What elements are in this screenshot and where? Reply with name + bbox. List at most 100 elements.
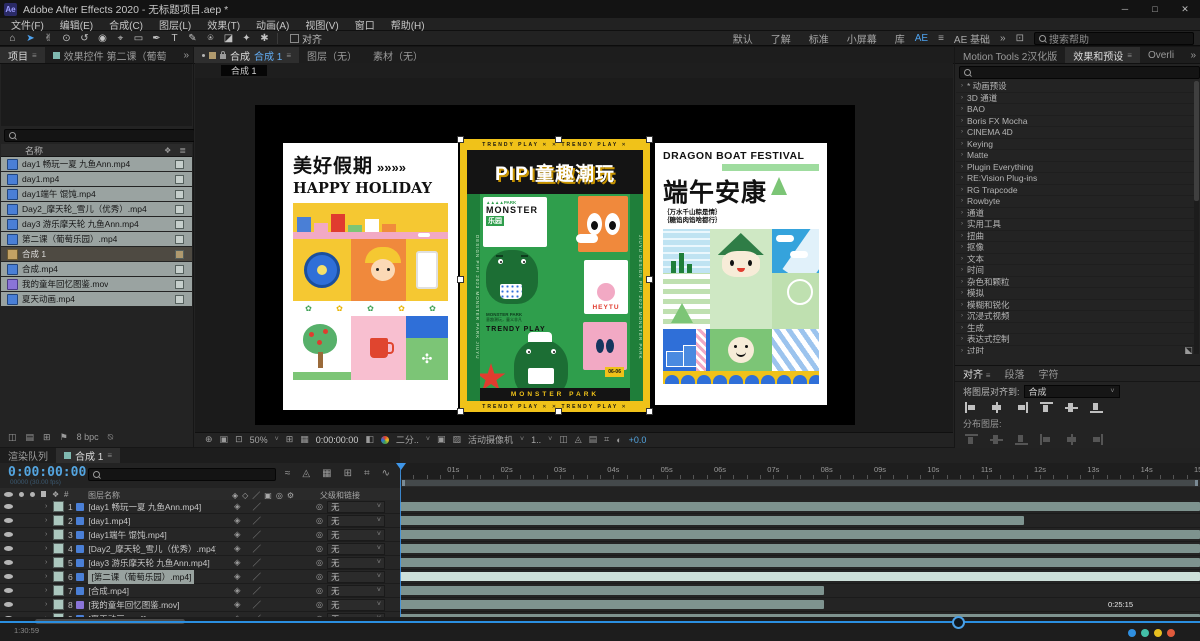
layer-label-chip[interactable]: [53, 543, 65, 554]
tab-effects-presets[interactable]: 效果和预设 ≡: [1065, 47, 1140, 63]
project-item[interactable]: day1 畅玩一夏 九鱼Ann.mp4: [1, 157, 192, 171]
tab-align[interactable]: 对齐 ≡: [963, 366, 990, 381]
selection-tool[interactable]: ➤: [22, 32, 39, 45]
parent-dropdown[interactable]: 无˅: [326, 514, 385, 527]
effects-switch-icon[interactable]: ／: [253, 599, 262, 611]
layer-duration-bar[interactable]: [400, 502, 1200, 511]
resolution-dropdown[interactable]: 二分..: [396, 433, 419, 446]
selection-handle[interactable]: [555, 136, 562, 143]
effects-switch-icon[interactable]: ／: [253, 515, 262, 527]
preview-timecode[interactable]: 0:00:00:00: [316, 435, 359, 445]
pickwhip-icon[interactable]: ◎: [316, 516, 323, 525]
panel-menu-icon[interactable]: ≡: [32, 51, 37, 60]
effect-category[interactable]: › Matte: [956, 150, 1194, 162]
new-folder-icon[interactable]: ▤: [26, 432, 35, 443]
twirl-icon[interactable]: ›: [45, 587, 47, 594]
project-item[interactable]: day1.mp4: [1, 172, 192, 186]
video-column-icon[interactable]: [4, 491, 13, 497]
layer-switches[interactable]: ◈／: [234, 585, 261, 597]
distribute-bottom-button[interactable]: [1015, 434, 1028, 445]
parent-dropdown[interactable]: 无˅: [326, 584, 385, 597]
pixel-aspect-icon[interactable]: ◫: [559, 434, 568, 445]
layer-label-chip[interactable]: [53, 599, 65, 610]
project-item[interactable]: Day2_摩天轮_雪儿（优秀）.mp4: [1, 202, 192, 216]
align-h-center-button[interactable]: [990, 402, 1003, 413]
twirl-icon[interactable]: ›: [45, 503, 47, 510]
pickwhip-icon[interactable]: ◎: [316, 586, 323, 595]
audio-column-icon[interactable]: [19, 491, 24, 497]
effects-switch-icon[interactable]: ／: [253, 529, 262, 541]
effect-category[interactable]: › 3D 通道: [956, 93, 1194, 104]
effect-category[interactable]: › 抠像: [956, 242, 1194, 254]
timeline-search-input[interactable]: [88, 468, 276, 481]
rotate-tool[interactable]: ↺: [76, 32, 93, 45]
tab-effect-controls[interactable]: 效果控件 第二课（葡萄: [44, 47, 175, 63]
workspace-menu-icon[interactable]: ≡: [938, 33, 944, 44]
effect-category[interactable]: › 文本: [956, 254, 1194, 265]
effect-category[interactable]: › Plugin Everything: [956, 162, 1194, 173]
layer-visibility-icon[interactable]: [4, 574, 13, 579]
effects-search-input[interactable]: [959, 66, 1200, 79]
exposure-value[interactable]: +0.0: [629, 435, 647, 445]
layer-duration-bar[interactable]: [400, 530, 1200, 539]
tab-layer[interactable]: 图层（无）: [299, 47, 366, 63]
delete-icon[interactable]: ⍉: [108, 432, 113, 443]
layer-row[interactable]: › 3 [day1端午 馄饨.mp4] ◈ ／ ◎ 无 ˅: [0, 528, 400, 542]
time-ruler[interactable]: 01s 02s 03s 04s 05s 06s 07s 08s 09s 10s 11s 12s 13s 1…: [400, 463, 1200, 480]
distribute-v-center-button[interactable]: [990, 434, 1003, 445]
pen-tool[interactable]: ✒: [148, 32, 165, 45]
distribute-h-center-button[interactable]: [1065, 434, 1078, 445]
tab-character[interactable]: 字符: [1038, 366, 1058, 381]
pickwhip-icon[interactable]: ◎: [316, 600, 323, 609]
layer-switches[interactable]: ◈／: [234, 501, 261, 513]
align-left-button[interactable]: [965, 402, 978, 413]
player-progress-bar[interactable]: [0, 621, 1200, 623]
effects-switch-icon[interactable]: ／: [253, 557, 262, 569]
zoom-tool[interactable]: ⊙: [58, 32, 75, 45]
layer-visibility-icon[interactable]: [4, 588, 13, 593]
workspace-tab[interactable]: 库: [895, 31, 905, 46]
twirl-icon[interactable]: ›: [45, 573, 47, 580]
help-search-input[interactable]: 搜索帮助: [1034, 32, 1194, 46]
tab-footage[interactable]: 素材（无）: [365, 47, 432, 63]
pan-behind-tool[interactable]: ⌖: [112, 32, 129, 45]
layer-visibility-icon[interactable]: [4, 602, 13, 607]
draft-3d-icon[interactable]: ◬: [302, 468, 310, 479]
layer-visibility-icon[interactable]: [4, 546, 13, 551]
label-column-icon[interactable]: ❖: [52, 490, 59, 499]
layer-row[interactable]: › 4 [Day2_摩天轮_雪儿（优秀）.mp4] ◈ ／ ◎ 无 ˅: [0, 542, 400, 556]
layer-switches[interactable]: ◈／: [234, 571, 261, 583]
panel-menu-icon[interactable]: ≡: [1127, 51, 1132, 60]
poster-dragon-boat[interactable]: DRAGON BOAT FESTIVAL 端午安康 ｛万水千山粽是情｝ ｛糖馅肉…: [655, 143, 827, 405]
motion-blur-icon[interactable]: ⌗: [364, 468, 370, 479]
parent-dropdown[interactable]: 无˅: [326, 542, 385, 555]
work-area-track[interactable]: [400, 479, 1200, 487]
layer-row[interactable]: › 7 [合成.mp4] ◈ ／ ◎ 无 ˅: [0, 584, 400, 598]
mask-visibility-icon[interactable]: ▦: [300, 434, 309, 445]
tab-overflow-icon[interactable]: »: [1186, 47, 1200, 63]
hand-tool[interactable]: ✌: [40, 32, 57, 45]
menu-item[interactable]: 帮助(H): [384, 17, 432, 32]
menu-item[interactable]: 合成(C): [102, 17, 150, 32]
snap-toggle[interactable]: 对齐: [290, 31, 322, 46]
snapshot-icon[interactable]: ⊕: [205, 434, 213, 445]
close-button[interactable]: ✕: [1170, 0, 1200, 18]
align-bottom-button[interactable]: [1090, 402, 1103, 413]
align-v-center-button[interactable]: [1065, 402, 1078, 413]
tab-composition[interactable]: 合成 合成 1 ≡: [194, 47, 300, 63]
effect-category[interactable]: › BAO: [956, 104, 1194, 116]
tab-paragraph[interactable]: 段落: [1004, 366, 1024, 381]
grid-options-icon[interactable]: ⊞: [286, 434, 294, 445]
quality-switch-icon[interactable]: ◈: [234, 571, 241, 583]
layer-duration-bar[interactable]: [400, 600, 824, 609]
pickwhip-icon[interactable]: ◎: [316, 572, 323, 581]
layer-label-chip[interactable]: [53, 557, 65, 568]
project-item[interactable]: 合成.mp4: [1, 262, 192, 276]
parent-dropdown[interactable]: 无˅: [326, 500, 385, 513]
menu-item[interactable]: 编辑(E): [53, 17, 100, 32]
effect-category[interactable]: › Keying: [956, 139, 1194, 150]
layer-bar-track[interactable]: [400, 542, 1200, 556]
quality-switch-icon[interactable]: ◈: [234, 585, 241, 597]
graph-editor-icon[interactable]: ∿: [382, 468, 390, 479]
snapshot-icon[interactable]: [209, 51, 216, 59]
